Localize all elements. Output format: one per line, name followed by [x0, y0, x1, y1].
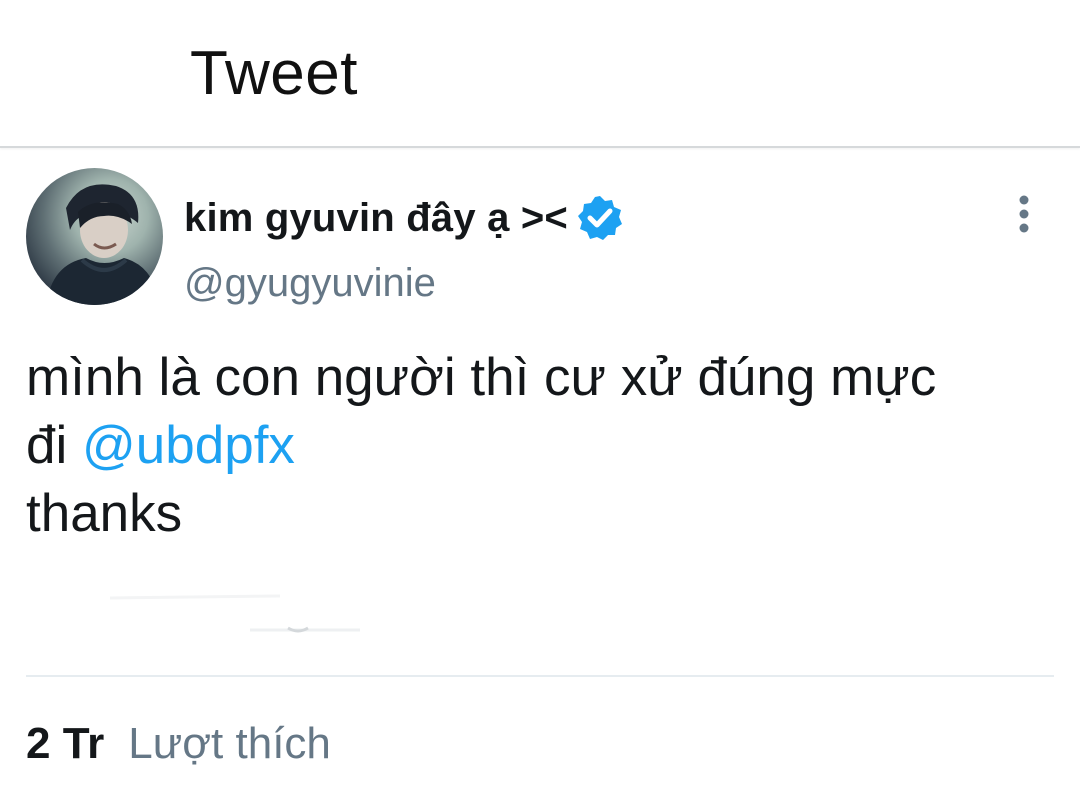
tweet-stats[interactable]: 2 Tr Lượt thích	[26, 714, 331, 774]
mention-link[interactable]: @ubdpfx	[82, 416, 295, 475]
tweet-text-line-3: thanks	[26, 484, 183, 543]
tweet-text-line-1: mình là con người thì cư xử đúng mực	[26, 348, 937, 407]
verified-badge-icon	[576, 194, 624, 242]
page-title: Tweet	[190, 39, 358, 108]
author-name-row[interactable]: kim gyuvin đây ạ ><	[184, 190, 624, 246]
likes-label[interactable]: Lượt thích	[128, 716, 331, 772]
top-app-bar: Tweet	[0, 0, 1080, 148]
likes-count[interactable]: 2 Tr	[26, 716, 104, 772]
author-display-name[interactable]: kim gyuvin đây ạ ><	[184, 193, 568, 243]
stats-divider	[26, 675, 1054, 677]
tweet-text-line-2-prefix: đi	[26, 416, 82, 475]
faded-artifact	[100, 588, 380, 638]
tweet-card: kim gyuvin đây ạ >< @gyugyuvinie mình là…	[0, 148, 1080, 788]
tweet-detail-screen: Tweet kim gyuvin đây ạ >< @gyugyuvinie m…	[0, 0, 1080, 788]
tweet-text: mình là con người thì cư xử đúng mực đi …	[26, 344, 1066, 548]
avatar[interactable]	[26, 168, 163, 305]
tweet-text-line-2: đi @ubdpfx	[26, 412, 1066, 480]
avatar-photo	[46, 184, 160, 305]
more-options-icon[interactable]	[1008, 192, 1040, 236]
author-handle[interactable]: @gyugyuvinie	[184, 258, 436, 308]
